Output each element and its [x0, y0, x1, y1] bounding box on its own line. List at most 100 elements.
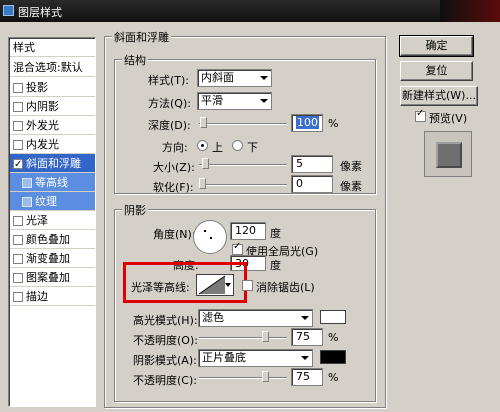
size-unit: 像素 [340, 160, 362, 173]
checkbox[interactable] [13, 121, 23, 131]
highlight-color-swatch[interactable] [320, 310, 346, 324]
checkbox[interactable] [13, 155, 23, 174]
sidebar-item-pattern-overlay[interactable]: 图案叠加 [10, 268, 95, 287]
highlight-opacity-slider-thumb[interactable] [262, 331, 269, 342]
styles-list: 样式 混合选项:默认 投影 内阴影 外发光 内发光 斜面和浮雕 等高线 [8, 37, 96, 407]
sidebar-item-label: 投影 [26, 81, 48, 94]
depth-slider-track[interactable] [199, 123, 287, 125]
shadow-opacity-field[interactable]: 75 [291, 368, 323, 386]
sidebar-item-drop-shadow[interactable]: 投影 [10, 78, 95, 97]
shadow-opacity-unit: % [328, 371, 339, 384]
checkbox[interactable] [13, 273, 23, 283]
highlight-opacity-unit: % [328, 331, 339, 344]
preview-square [436, 142, 462, 168]
sidebar-item-stroke[interactable]: 描边 [10, 287, 95, 306]
ok-button[interactable]: 确定 [399, 35, 474, 57]
checkbox[interactable] [13, 235, 23, 245]
direction-up-radio[interactable] [197, 140, 208, 151]
style-label: 样式(T): [148, 74, 190, 87]
checkbox[interactable] [13, 216, 23, 226]
sidebar-item-inner-glow[interactable]: 内发光 [10, 135, 95, 154]
new-style-button[interactable]: 新建样式(W)... [400, 86, 478, 106]
sidebar-item-satin[interactable]: 光泽 [10, 211, 95, 230]
checkbox[interactable] [13, 83, 23, 93]
angle-value: 120 [235, 224, 256, 237]
styles-header[interactable]: 样式 [10, 38, 95, 57]
direction-label: 方向: [162, 141, 188, 154]
checkbox[interactable] [13, 292, 23, 302]
shadow-mode-label: 阴影模式(A): [133, 354, 197, 367]
app-icon [3, 5, 14, 16]
shadow-color-swatch[interactable] [320, 350, 346, 364]
anti-aliased-checkbox[interactable] [242, 280, 253, 291]
sidebar-item-inner-shadow[interactable]: 内阴影 [10, 97, 95, 116]
sidebar-item-gradient-overlay[interactable]: 渐变叠加 [10, 249, 95, 268]
sidebar-item-label: 图案叠加 [26, 271, 70, 284]
sidebar-item-contour[interactable]: 等高线 [10, 173, 95, 192]
shadow-mode-value: 正片叠底 [202, 351, 246, 364]
depth-label: 深度(D): [148, 119, 191, 132]
global-light-checkbox[interactable] [232, 241, 243, 255]
checkbox[interactable] [22, 178, 32, 188]
highlight-opacity-label: 不透明度(O): [133, 334, 198, 347]
highlight-opacity-slider-track[interactable] [199, 337, 287, 339]
style-select-value: 内斜面 [201, 71, 234, 84]
technique-label: 方法(Q): [148, 97, 191, 110]
soften-label: 软化(F): [153, 181, 194, 194]
sidebar-item-bevel-emboss[interactable]: 斜面和浮雕 [10, 154, 95, 174]
sidebar-item-label: 纹理 [35, 195, 57, 208]
soften-slider-track[interactable] [199, 184, 287, 186]
shadow-opacity-value: 75 [296, 370, 310, 383]
direction-down-radio[interactable] [232, 140, 243, 151]
style-select[interactable]: 内斜面 [197, 69, 272, 87]
highlight-mode-select[interactable]: 滤色 [198, 309, 313, 327]
reset-button[interactable]: 复位 [400, 61, 473, 81]
angle-field[interactable]: 120 [230, 222, 266, 240]
dial-direction-dot [204, 230, 206, 232]
direction-down-label: 下 [247, 141, 258, 154]
depth-slider-thumb[interactable] [200, 117, 207, 128]
sidebar-item-label: 渐变叠加 [26, 252, 70, 265]
chevron-down-icon [301, 356, 309, 360]
chevron-down-icon [260, 76, 268, 80]
size-field[interactable]: 5 [291, 155, 333, 173]
checkbox[interactable] [13, 254, 23, 264]
shadow-opacity-slider-track[interactable] [199, 377, 287, 379]
size-value: 5 [296, 157, 303, 170]
size-slider-thumb[interactable] [202, 158, 209, 169]
sidebar-item-label: 光泽 [26, 214, 48, 227]
soften-field[interactable]: 0 [291, 175, 333, 193]
checkbox[interactable] [22, 197, 32, 207]
depth-field[interactable]: 100 [291, 114, 323, 132]
soften-slider-thumb[interactable] [199, 178, 206, 189]
preview-checkbox[interactable] [415, 108, 426, 122]
styles-header-label: 样式 [13, 41, 35, 54]
blending-options-label: 混合选项:默认 [13, 61, 83, 74]
anti-aliased-label: 消除锯齿(L) [256, 281, 315, 294]
angle-dial[interactable] [193, 220, 227, 254]
depth-value: 100 [296, 116, 319, 129]
title-bar-controls [440, 0, 500, 22]
technique-select[interactable]: 平滑 [197, 92, 272, 110]
size-label: 大小(Z): [153, 161, 195, 174]
depth-unit: % [328, 117, 339, 130]
angle-label: 角度(N): [153, 228, 196, 241]
sidebar-item-outer-glow[interactable]: 外发光 [10, 116, 95, 135]
layer-style-dialog: 样式 混合选项:默认 投影 内阴影 外发光 内发光 斜面和浮雕 等高线 [0, 22, 500, 412]
checkbox[interactable] [13, 140, 23, 150]
size-slider-track[interactable] [199, 164, 287, 166]
highlight-opacity-field[interactable]: 75 [291, 328, 323, 346]
soften-value: 0 [296, 177, 303, 190]
sidebar-item-label: 内发光 [26, 138, 59, 151]
blending-options-item[interactable]: 混合选项:默认 [10, 58, 95, 77]
shadow-opacity-slider-thumb[interactable] [262, 371, 269, 382]
soften-unit: 像素 [340, 180, 362, 193]
style-preview-thumbnail [424, 131, 472, 177]
preview-label: 预览(V) [429, 112, 468, 125]
shadow-mode-select[interactable]: 正片叠底 [198, 349, 313, 367]
sidebar-item-texture[interactable]: 纹理 [10, 192, 95, 211]
sidebar-item-color-overlay[interactable]: 颜色叠加 [10, 230, 95, 249]
sidebar-item-label: 描边 [26, 290, 48, 303]
checkbox[interactable] [13, 102, 23, 112]
highlight-opacity-value: 75 [296, 330, 310, 343]
